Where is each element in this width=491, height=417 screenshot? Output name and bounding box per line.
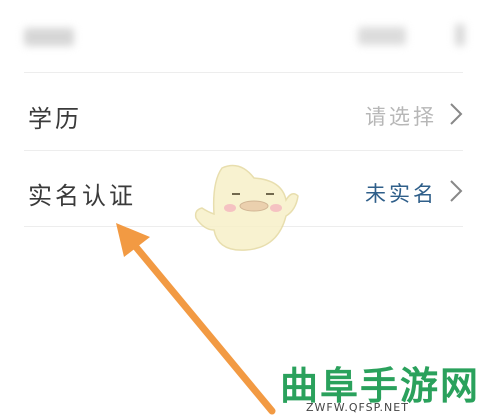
divider: [24, 72, 463, 73]
blurred-chevron: [455, 24, 465, 46]
blurred-value: [358, 27, 406, 45]
blurred-label: [24, 28, 74, 46]
chevron-right-icon: [450, 103, 463, 125]
chevron-right-icon: [450, 180, 463, 202]
education-label: 学历: [28, 105, 82, 133]
blurred-top-row: [0, 0, 491, 72]
real-name-status: 未实名: [365, 182, 437, 206]
real-name-label: 实名认证: [28, 182, 136, 210]
pointer-arrow-icon: [116, 223, 276, 415]
watermark-url: ZWFW.QFSP.NET: [306, 401, 409, 414]
education-value: 请选择: [365, 105, 437, 129]
divider: [24, 150, 463, 151]
education-row[interactable]: 学历 请选择: [0, 75, 491, 151]
